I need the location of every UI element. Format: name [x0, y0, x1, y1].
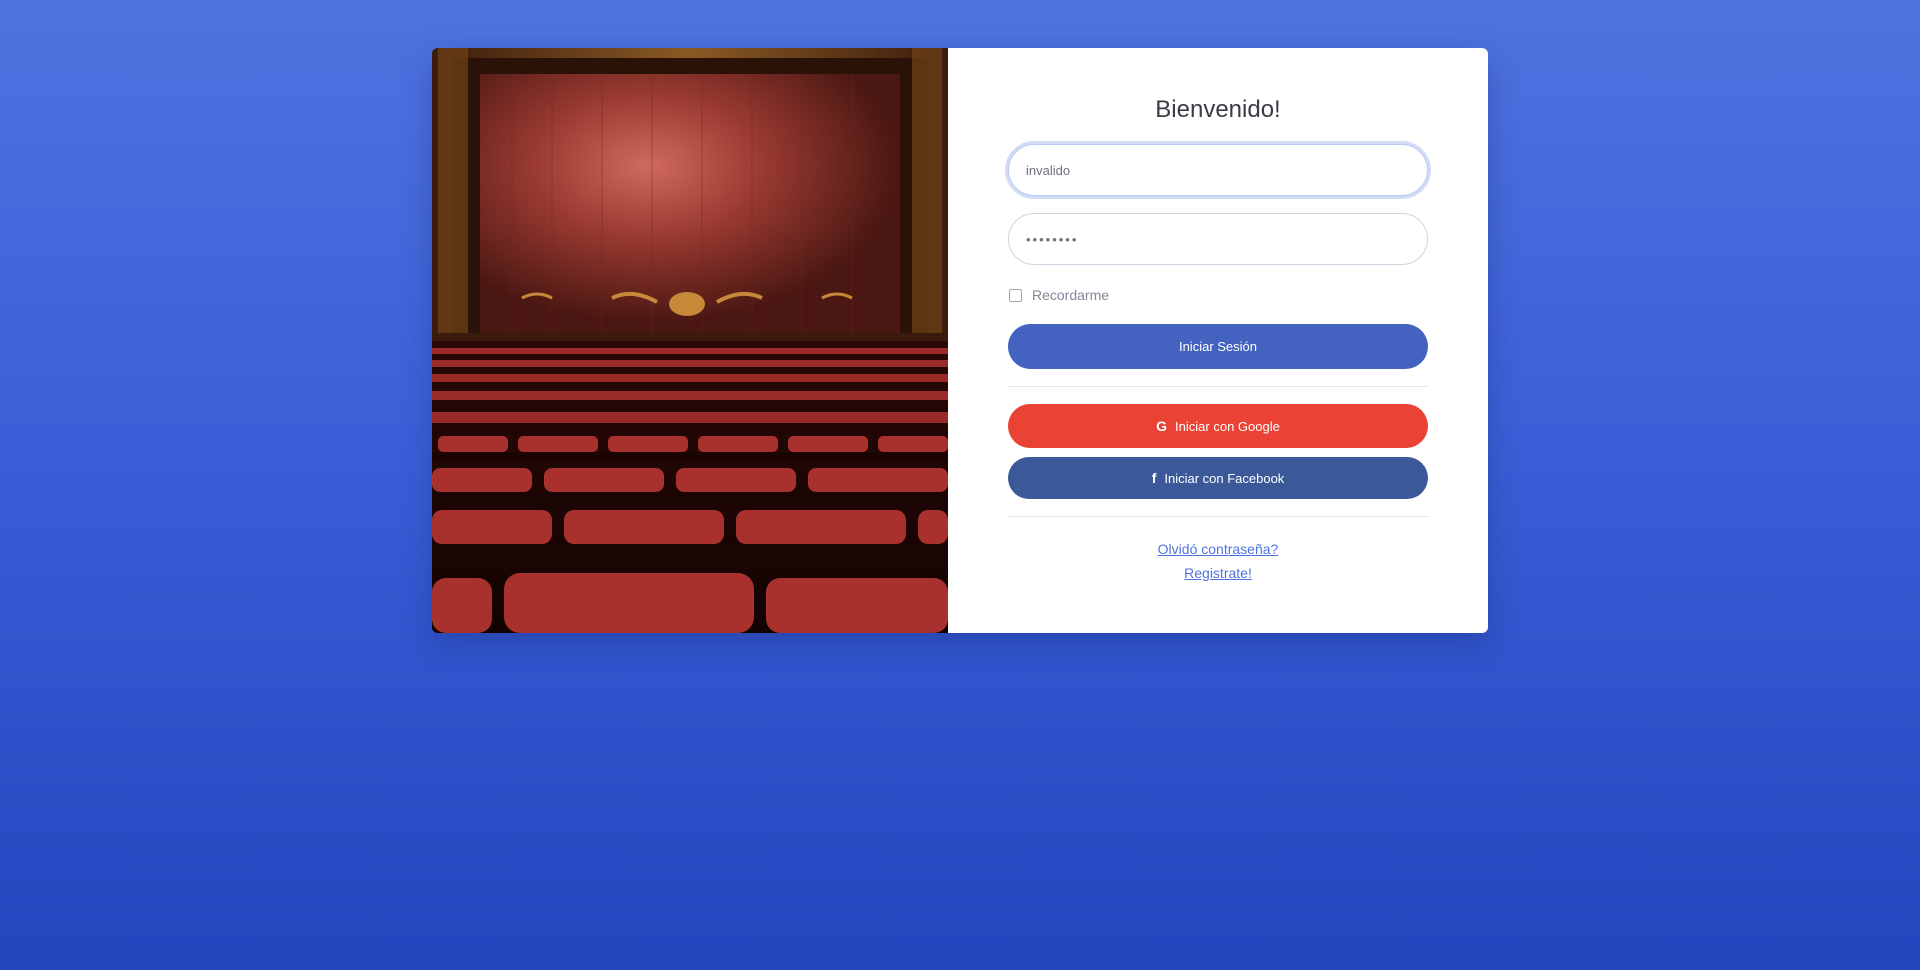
google-login-label: Iniciar con Google	[1175, 418, 1280, 434]
facebook-login-label: Iniciar con Facebook	[1164, 470, 1285, 486]
page-title: Bienvenido!	[1155, 96, 1281, 123]
facebook-icon: f	[1151, 470, 1157, 486]
remember-me-label[interactable]: Recordarme	[1032, 287, 1109, 303]
login-card: Bienvenido! invalido •••••••• Recordarme…	[432, 48, 1488, 633]
theater-image	[432, 48, 948, 633]
password-value: ••••••••	[1026, 231, 1079, 247]
register-link[interactable]: Registrate!	[1184, 561, 1252, 585]
remember-me-checkbox[interactable]	[1009, 288, 1022, 302]
divider	[1008, 386, 1428, 387]
google-icon: G	[1156, 418, 1168, 434]
remember-me-row: Recordarme	[1008, 285, 1428, 305]
facebook-login-button[interactable]: f Iniciar con Facebook	[1008, 457, 1428, 499]
password-field[interactable]: ••••••••	[1008, 213, 1428, 265]
username-value: invalido	[1026, 162, 1071, 178]
forgot-password-link[interactable]: Olvidó contraseña?	[1158, 537, 1279, 561]
divider	[1008, 516, 1428, 517]
login-form-panel: Bienvenido! invalido •••••••• Recordarme…	[948, 48, 1488, 633]
login-button-label: Iniciar Sesión	[1178, 339, 1258, 354]
google-login-button[interactable]: G Iniciar con Google	[1008, 404, 1428, 448]
login-button[interactable]: Iniciar Sesión	[1008, 324, 1428, 369]
login-form: Bienvenido! invalido •••••••• Recordarme…	[1008, 95, 1428, 585]
username-field[interactable]: invalido	[1008, 144, 1428, 196]
auth-links: Olvidó contraseña? Registrate!	[1008, 537, 1428, 585]
